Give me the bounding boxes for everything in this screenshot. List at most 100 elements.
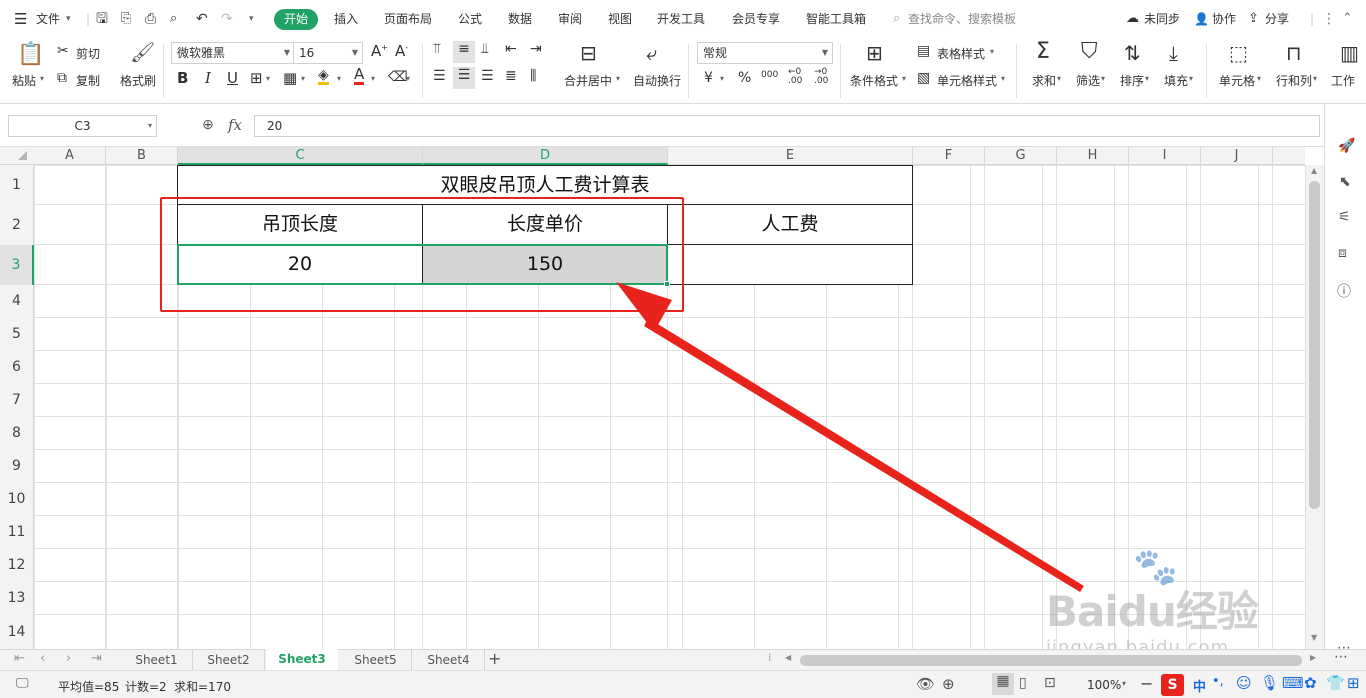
share-button[interactable]: 分享 — [1265, 0, 1289, 38]
scroll-left-icon[interactable]: ◀ — [785, 653, 791, 662]
export-icon[interactable]: ⎘ — [121, 0, 131, 38]
border-icon[interactable]: ⊞ — [250, 69, 263, 87]
wrap-text-button[interactable]: 自动换行 — [633, 72, 681, 89]
font-size-select[interactable]: 16 ▼ — [293, 42, 363, 64]
row-header-2[interactable]: 2 — [0, 205, 34, 245]
col-header-g[interactable]: G — [985, 147, 1057, 165]
select-all-corner[interactable] — [0, 147, 34, 165]
merge-center-icon[interactable]: ⊟ — [580, 41, 597, 65]
fill-down-icon[interactable]: ⤓ — [1169, 41, 1178, 65]
microphone-icon[interactable]: 🎙 — [1260, 674, 1279, 692]
thousands-button[interactable]: 000 — [761, 70, 778, 80]
user-icon[interactable]: 👤 — [1194, 0, 1209, 38]
tab-data[interactable]: 数据 — [508, 0, 532, 38]
row-header-11[interactable]: 11 — [0, 516, 34, 549]
decrease-decimal-button[interactable]: →0.00 — [814, 68, 828, 86]
table-style-icon[interactable]: ▤ — [917, 43, 930, 59]
chevron-down-icon[interactable]: ▾ — [1189, 74, 1193, 83]
collapse-ribbon-icon[interactable]: ⌃ — [1342, 0, 1353, 38]
chevron-down-icon[interactable]: ▾ — [337, 74, 341, 83]
header-labor-cost[interactable]: 人工费 — [667, 204, 913, 245]
hamburger-icon[interactable]: ☰ — [14, 0, 27, 38]
sum-button[interactable]: 求和 — [1032, 72, 1056, 89]
format-painter-icon[interactable]: 🖌 — [130, 40, 155, 64]
eraser-icon[interactable]: ⌫ — [388, 69, 408, 85]
tab-review[interactable]: 审阅 — [558, 0, 582, 38]
chevron-down-icon[interactable]: ▾ — [720, 74, 724, 83]
vertical-scrollbar[interactable]: ▲ ▼ — [1305, 165, 1324, 649]
row-header-12[interactable]: 12 — [0, 549, 34, 582]
fill-button[interactable]: 填充 — [1164, 72, 1188, 89]
distribute-icon[interactable]: ⫼ — [530, 68, 536, 84]
normal-view-icon[interactable]: ▦ — [992, 673, 1014, 695]
row-header-14[interactable]: 14 — [0, 615, 34, 649]
keyboard-icon[interactable]: ⌨ — [1282, 674, 1304, 692]
sogou-ime-icon[interactable]: S — [1161, 674, 1184, 696]
skin-icon[interactable]: ✿ — [1304, 674, 1317, 692]
worksheet-icon[interactable]: ▥ — [1340, 41, 1359, 65]
align-center-icon[interactable]: ☰ — [453, 67, 475, 89]
worksheet-button[interactable]: 工作 — [1331, 72, 1355, 89]
chevron-down-icon[interactable]: ▾ — [616, 74, 620, 83]
col-header-f[interactable]: F — [913, 147, 985, 165]
command-search[interactable]: 查找命令、搜索模板 — [908, 0, 1016, 38]
conditional-format-button[interactable]: 条件格式 — [850, 72, 898, 89]
page-break-view-icon[interactable]: ⊡ — [1044, 675, 1056, 691]
chevron-down-icon[interactable]: ▾ — [1257, 74, 1261, 83]
vertical-scroll-thumb[interactable] — [1309, 181, 1320, 509]
row-col-button[interactable]: 行和列 — [1276, 72, 1312, 89]
sheet-tab-2[interactable]: Sheet2 — [193, 650, 265, 670]
prev-sheet-icon[interactable]: ‹ — [40, 651, 45, 666]
tab-home[interactable]: 开始 — [274, 9, 318, 30]
more-options-icon[interactable]: ⋮ — [1322, 0, 1336, 38]
chevron-down-icon[interactable]: ▾ — [371, 74, 375, 83]
chevron-down-icon[interactable]: ▾ — [1001, 74, 1005, 83]
share-icon[interactable]: ⇪ — [1248, 0, 1259, 38]
chevron-down-icon[interactable]: ▾ — [902, 74, 906, 83]
sheet-tab-3[interactable]: Sheet3 — [266, 649, 338, 670]
help-icon[interactable]: ⓘ — [1337, 281, 1351, 301]
add-sheet-icon[interactable]: + — [488, 649, 501, 668]
copy-button[interactable]: 复制 — [76, 72, 100, 89]
table-style-button[interactable]: 表格样式 — [937, 45, 985, 62]
scissors-icon[interactable]: ✂ — [57, 43, 69, 59]
sheet-tab-5[interactable]: Sheet5 — [340, 650, 412, 670]
chevron-down-icon[interactable]: ▾ — [66, 0, 71, 38]
cell-icon[interactable]: ⬚ — [1229, 41, 1248, 65]
monitor-icon[interactable]: 🖵 — [16, 676, 29, 691]
emoji-icon[interactable]: ☺ — [1236, 674, 1252, 692]
row-header-5[interactable]: 5 — [0, 318, 34, 351]
tab-insert[interactable]: 插入 — [334, 0, 358, 38]
scroll-up-icon[interactable]: ▲ — [1311, 166, 1317, 175]
zoom-formula-icon[interactable]: ⊕ — [202, 117, 214, 133]
chevron-down-icon[interactable]: ▾ — [266, 74, 270, 83]
row-col-icon[interactable]: ⊓ — [1286, 41, 1302, 65]
row-header-9[interactable]: 9 — [0, 450, 34, 483]
chevron-down-icon[interactable]: ▾ — [406, 74, 410, 83]
increase-decimal-button[interactable]: ←0.00 — [788, 68, 802, 86]
save-icon[interactable]: 🖫 — [96, 0, 108, 38]
split-handle-icon[interactable]: ⁞ — [768, 651, 772, 664]
paste-icon[interactable]: 📋 — [17, 42, 44, 67]
print-icon[interactable]: ⎙ — [145, 0, 156, 38]
formula-input[interactable]: 20 — [254, 115, 1320, 137]
bold-button[interactable]: B — [177, 69, 188, 87]
cell-shading-icon[interactable]: ▦ — [283, 69, 297, 87]
rocket-icon[interactable]: 🚀 — [1338, 138, 1355, 154]
sort-icon[interactable]: ⇅ — [1124, 41, 1141, 65]
row-header-8[interactable]: 8 — [0, 417, 34, 450]
more-icon[interactable]: ⋯ — [1334, 649, 1348, 665]
cell-style-icon[interactable]: ▧ — [917, 70, 930, 86]
globe-icon[interactable]: ⊕ — [942, 675, 955, 693]
chevron-down-icon[interactable]: ▾ — [1101, 74, 1105, 83]
tab-formula[interactable]: 公式 — [458, 0, 482, 38]
percent-button[interactable]: % — [738, 70, 751, 86]
row-header-7[interactable]: 7 — [0, 384, 34, 417]
align-top-icon[interactable]: ⫪ — [433, 41, 441, 57]
grid-menu-icon[interactable]: ⊞ — [1347, 674, 1360, 692]
decrease-font-icon[interactable]: A- — [395, 42, 408, 60]
tab-smart-tools[interactable]: 智能工具箱 — [806, 0, 866, 38]
row-header-13[interactable]: 13 — [0, 582, 34, 615]
tab-member[interactable]: 会员专享 — [732, 0, 780, 38]
toolbox-icon[interactable]: ⧈ — [1338, 245, 1347, 261]
